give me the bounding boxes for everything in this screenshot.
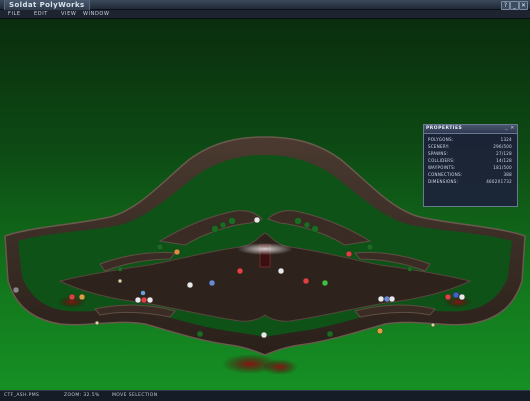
marker-icon — [377, 295, 385, 303]
prop-value: 4602x1732 — [486, 179, 512, 184]
marker-icon — [173, 248, 181, 256]
properties-title: Properties — [426, 126, 463, 131]
marker-icon — [253, 216, 261, 224]
minimize-icon[interactable]: _ — [510, 1, 519, 10]
marker-icon — [458, 293, 466, 301]
marker-icon — [260, 331, 268, 339]
status-bar: ctf_Ash.PMS Zoom: 32.5% Move Selection — [0, 390, 530, 401]
prop-label: Scenery: — [428, 144, 450, 149]
title-bar: Soldat PolyWorks ? _ ✕ — [0, 0, 530, 12]
marker-icon — [345, 250, 353, 258]
marker-icon — [140, 290, 146, 296]
minimize-icon[interactable]: _ — [504, 126, 509, 131]
marker-icon — [134, 296, 142, 304]
prop-row-waypoints: Waypoints: 181/500 — [428, 165, 512, 171]
marker-icon — [452, 291, 460, 299]
marker-icon — [117, 278, 123, 284]
menu-file[interactable]: File — [8, 10, 21, 18]
marker-icon — [430, 322, 436, 328]
menu-edit[interactable]: Edit — [34, 10, 48, 18]
menu-bar: File Edit View Window — [0, 10, 530, 19]
prop-value: 181/500 — [493, 165, 512, 170]
prop-label: Colliders: — [428, 158, 455, 163]
prop-row-connections: Connections: 388 — [428, 172, 512, 178]
prop-row-polygons: Polygons: 1324 — [428, 137, 512, 143]
prop-label: Spawns: — [428, 151, 449, 156]
prop-row-spawns: Spawns: 27/128 — [428, 151, 512, 157]
menu-view[interactable]: View — [61, 10, 76, 18]
prop-label: Dimensions: — [428, 179, 459, 184]
prop-value: 388 — [503, 172, 512, 177]
prop-value: 14/128 — [496, 158, 512, 163]
tower-light — [237, 243, 293, 255]
lava-pool-center — [262, 359, 298, 375]
prop-value: 27/128 — [496, 151, 512, 156]
prop-row-colliders: Colliders: 14/128 — [428, 158, 512, 164]
marker-icon — [78, 293, 86, 301]
marker-icon — [444, 293, 452, 301]
close-icon[interactable]: ✕ — [510, 126, 515, 131]
prop-label: Connections: — [428, 172, 463, 177]
prop-value: 296/500 — [493, 144, 512, 149]
marker-icon — [140, 296, 148, 304]
marker-icon — [186, 281, 194, 289]
marker-icon — [68, 293, 76, 301]
help-icon[interactable]: ? — [501, 1, 510, 10]
marker-icon — [302, 277, 310, 285]
prop-label: Polygons: — [428, 137, 454, 142]
prop-row-scenery: Scenery: 296/500 — [428, 144, 512, 150]
prop-value: 1324 — [500, 137, 512, 142]
marker-icon — [208, 279, 216, 287]
marker-icon — [12, 286, 20, 294]
map-canvas[interactable]: Properties _ ✕ Polygons: 1324 Scenery: 2… — [0, 19, 530, 390]
properties-window[interactable]: Properties _ ✕ Polygons: 1324 Scenery: 2… — [423, 124, 518, 207]
close-icon[interactable]: ✕ — [519, 1, 528, 10]
menu-window[interactable]: Window — [83, 10, 110, 18]
marker-icon — [146, 296, 154, 304]
properties-title-bar[interactable]: Properties _ ✕ — [424, 125, 517, 134]
marker-icon — [388, 295, 396, 303]
marker-icon — [94, 320, 100, 326]
prop-label: Waypoints: — [428, 165, 456, 170]
marker-icon — [236, 267, 244, 275]
marker-icon — [376, 327, 384, 335]
prop-row-dimensions: Dimensions: 4602x1732 — [428, 179, 512, 185]
marker-icon — [321, 279, 329, 287]
marker-icon — [277, 267, 285, 275]
